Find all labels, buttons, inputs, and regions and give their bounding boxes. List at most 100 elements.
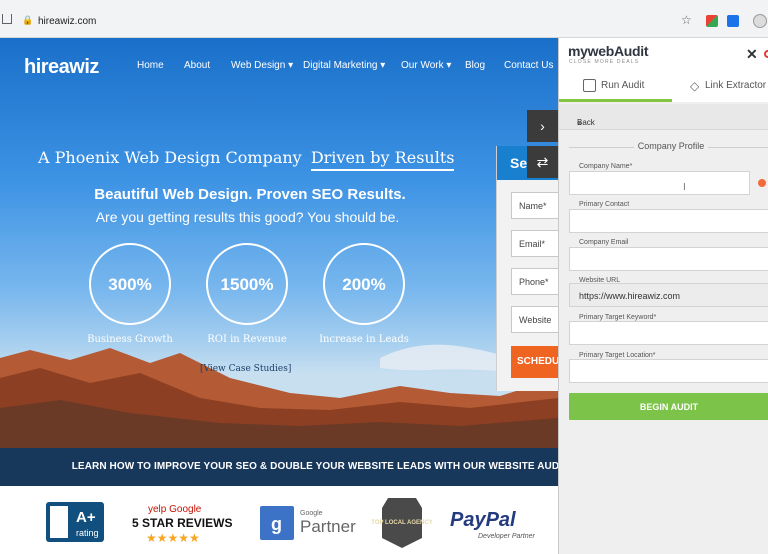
company-name-field[interactable] xyxy=(569,171,750,195)
text-cursor-icon: I xyxy=(683,182,686,193)
tab-run-audit[interactable]: Run Audit xyxy=(559,78,672,102)
nav-label: Our Work xyxy=(401,60,444,71)
button-label: SCHEDU xyxy=(517,356,558,367)
stat-circle: 200% xyxy=(323,243,405,325)
stat-value: 200% xyxy=(342,275,386,294)
extension-icon[interactable] xyxy=(727,15,739,27)
audit-banner[interactable]: LEARN HOW TO IMPROVE YOUR SEO & DOUBLE Y… xyxy=(0,448,558,486)
form-heading: Se xyxy=(510,155,528,171)
section-title: Company Profile xyxy=(637,141,705,151)
nav-label: Web Design xyxy=(231,60,286,71)
agency-text: TOP LOCAL AGENCY xyxy=(371,520,432,526)
company-email-label: Company Email xyxy=(579,239,629,246)
paypal-sub: Developer Partner xyxy=(478,533,535,540)
schedule-button[interactable]: SCHEDU xyxy=(511,346,558,378)
extension-icon[interactable] xyxy=(706,15,718,27)
phone-field[interactable]: Phone* xyxy=(511,268,558,295)
target-keyword-field[interactable] xyxy=(569,321,768,345)
nav-our-work[interactable]: Our Work ▾ xyxy=(401,60,451,71)
canyon-landscape-image xyxy=(0,344,558,448)
tab-link-extractor[interactable]: ◇ Link Extractor xyxy=(672,78,768,102)
bbb-grade: A+ xyxy=(76,509,96,526)
screen: 🔒 hireawiz.com ☆ hireawiz Home About Web… xyxy=(0,0,768,554)
tab-label: Link Extractor xyxy=(705,80,767,91)
trust-badges: A+ rating yelp Google 5 STAR REVIEWS ★★★… xyxy=(0,486,558,554)
logo-tagline: CLOSE MORE DEALS xyxy=(569,59,640,65)
nav-label: Digital Marketing xyxy=(303,60,378,71)
email-field[interactable]: Email* xyxy=(511,230,558,257)
profile-avatar[interactable] xyxy=(753,14,767,28)
diamond-icon: ◇ xyxy=(690,79,700,93)
company-email-field[interactable] xyxy=(569,247,768,271)
stat-value: 1500% xyxy=(220,275,274,294)
field-value: https://www.hireawiz.com xyxy=(579,291,681,301)
status-dot-icon xyxy=(764,50,768,58)
mywebaudit-logo: mywebAudit xyxy=(568,43,649,59)
website-field[interactable]: Website xyxy=(511,306,558,333)
bbb-logo-icon xyxy=(50,506,68,538)
lock-icon: 🔒 xyxy=(22,15,34,25)
bbb-sub: rating xyxy=(76,528,99,538)
schedule-form: Se Name* Email* Phone* Website SCHEDU xyxy=(496,146,558,391)
field-placeholder: Website xyxy=(519,315,552,325)
back-button[interactable]: « Back xyxy=(559,104,768,130)
nav-home[interactable]: Home xyxy=(137,60,164,71)
rating-stars-icon: ★★★★★ xyxy=(146,531,200,545)
button-label: BEGIN AUDIT xyxy=(639,402,699,412)
website-url-field[interactable]: https://www.hireawiz.com xyxy=(569,283,768,307)
section-heading: Company Profile xyxy=(559,141,768,153)
badges-graphic: A+ rating yelp Google 5 STAR REVIEWS ★★★… xyxy=(46,498,535,548)
stat-circle: 300% xyxy=(89,243,171,325)
mywebaudit-panel: mywebAudit CLOSE MORE DEALS ✕ Run Audit … xyxy=(558,38,768,554)
site-logo[interactable]: hireawiz xyxy=(24,56,99,79)
panel-header: mywebAudit CLOSE MORE DEALS ✕ Run Audit … xyxy=(559,38,768,102)
tab-label: Run Audit xyxy=(601,80,645,91)
nav-blog[interactable]: Blog xyxy=(465,60,485,71)
case-studies-link[interactable]: [View Case Studies] xyxy=(200,364,291,374)
primary-contact-field[interactable] xyxy=(569,209,768,233)
company-name-label: Company Name* xyxy=(579,163,633,170)
name-field[interactable]: Name* xyxy=(511,192,558,219)
hero-headline: A Phoenix Web Design Company Driven by R… xyxy=(38,148,455,171)
nav-contact[interactable]: Contact Us xyxy=(504,60,553,71)
stat-label: ROI in Revenue xyxy=(207,334,287,345)
stat-value: 300% xyxy=(108,275,152,294)
headline-text: A Phoenix Web Design Company xyxy=(38,148,302,167)
chevron-right-icon[interactable]: › xyxy=(527,110,558,142)
paypal-logo-text: PayPal xyxy=(450,509,516,531)
begin-audit-button[interactable]: BEGIN AUDIT xyxy=(569,393,768,420)
target-location-field[interactable] xyxy=(569,359,768,383)
browser-toolbar: 🔒 hireawiz.com ☆ xyxy=(0,0,768,38)
reviews-text: 5 STAR REVIEWS xyxy=(132,516,232,530)
stat-label: Business Growth xyxy=(87,334,173,345)
stat-circle: 1500% xyxy=(206,243,288,325)
target-keyword-label: Primary Target Keyword* xyxy=(579,314,657,321)
headline-highlight: Driven by Results xyxy=(310,148,455,171)
svg-text:g: g xyxy=(271,514,282,534)
partner-text: Partner xyxy=(300,517,356,536)
home-icon[interactable] xyxy=(2,14,12,24)
banner-text: LEARN HOW TO IMPROVE YOUR SEO & DOUBLE Y… xyxy=(71,461,558,472)
report-icon xyxy=(583,79,596,92)
back-label: Back xyxy=(577,118,595,127)
field-placeholder: Email* xyxy=(519,239,546,249)
nav-digital-marketing[interactable]: Digital Marketing ▾ xyxy=(303,60,385,71)
stat-label: Increase in Leads xyxy=(319,334,409,345)
field-placeholder: Name* xyxy=(519,201,547,211)
nav-web-design[interactable]: Web Design ▾ xyxy=(231,60,293,71)
nav-about[interactable]: About xyxy=(184,60,210,71)
yelp-google-text: yelp Google xyxy=(148,504,202,515)
website: hireawiz Home About Web Design ▾ Digital… xyxy=(0,38,558,554)
bookmark-star-icon[interactable]: ☆ xyxy=(681,13,692,27)
required-error-icon xyxy=(758,179,766,187)
hero-section xyxy=(0,38,558,448)
close-icon[interactable]: ✕ xyxy=(746,46,758,63)
address-bar[interactable]: hireawiz.com xyxy=(38,16,96,27)
hero-tagline: Are you getting results this good? You s… xyxy=(95,209,400,225)
field-placeholder: Phone* xyxy=(519,277,549,287)
swap-arrows-icon[interactable]: ⇄ xyxy=(527,146,558,178)
primary-contact-label: Primary Contact xyxy=(579,201,630,208)
target-location-label: Primary Target Location* xyxy=(579,352,656,359)
hero-subheadline: Beautiful Web Design. Proven SEO Results… xyxy=(94,186,406,203)
google-small-text: Google xyxy=(300,510,323,517)
